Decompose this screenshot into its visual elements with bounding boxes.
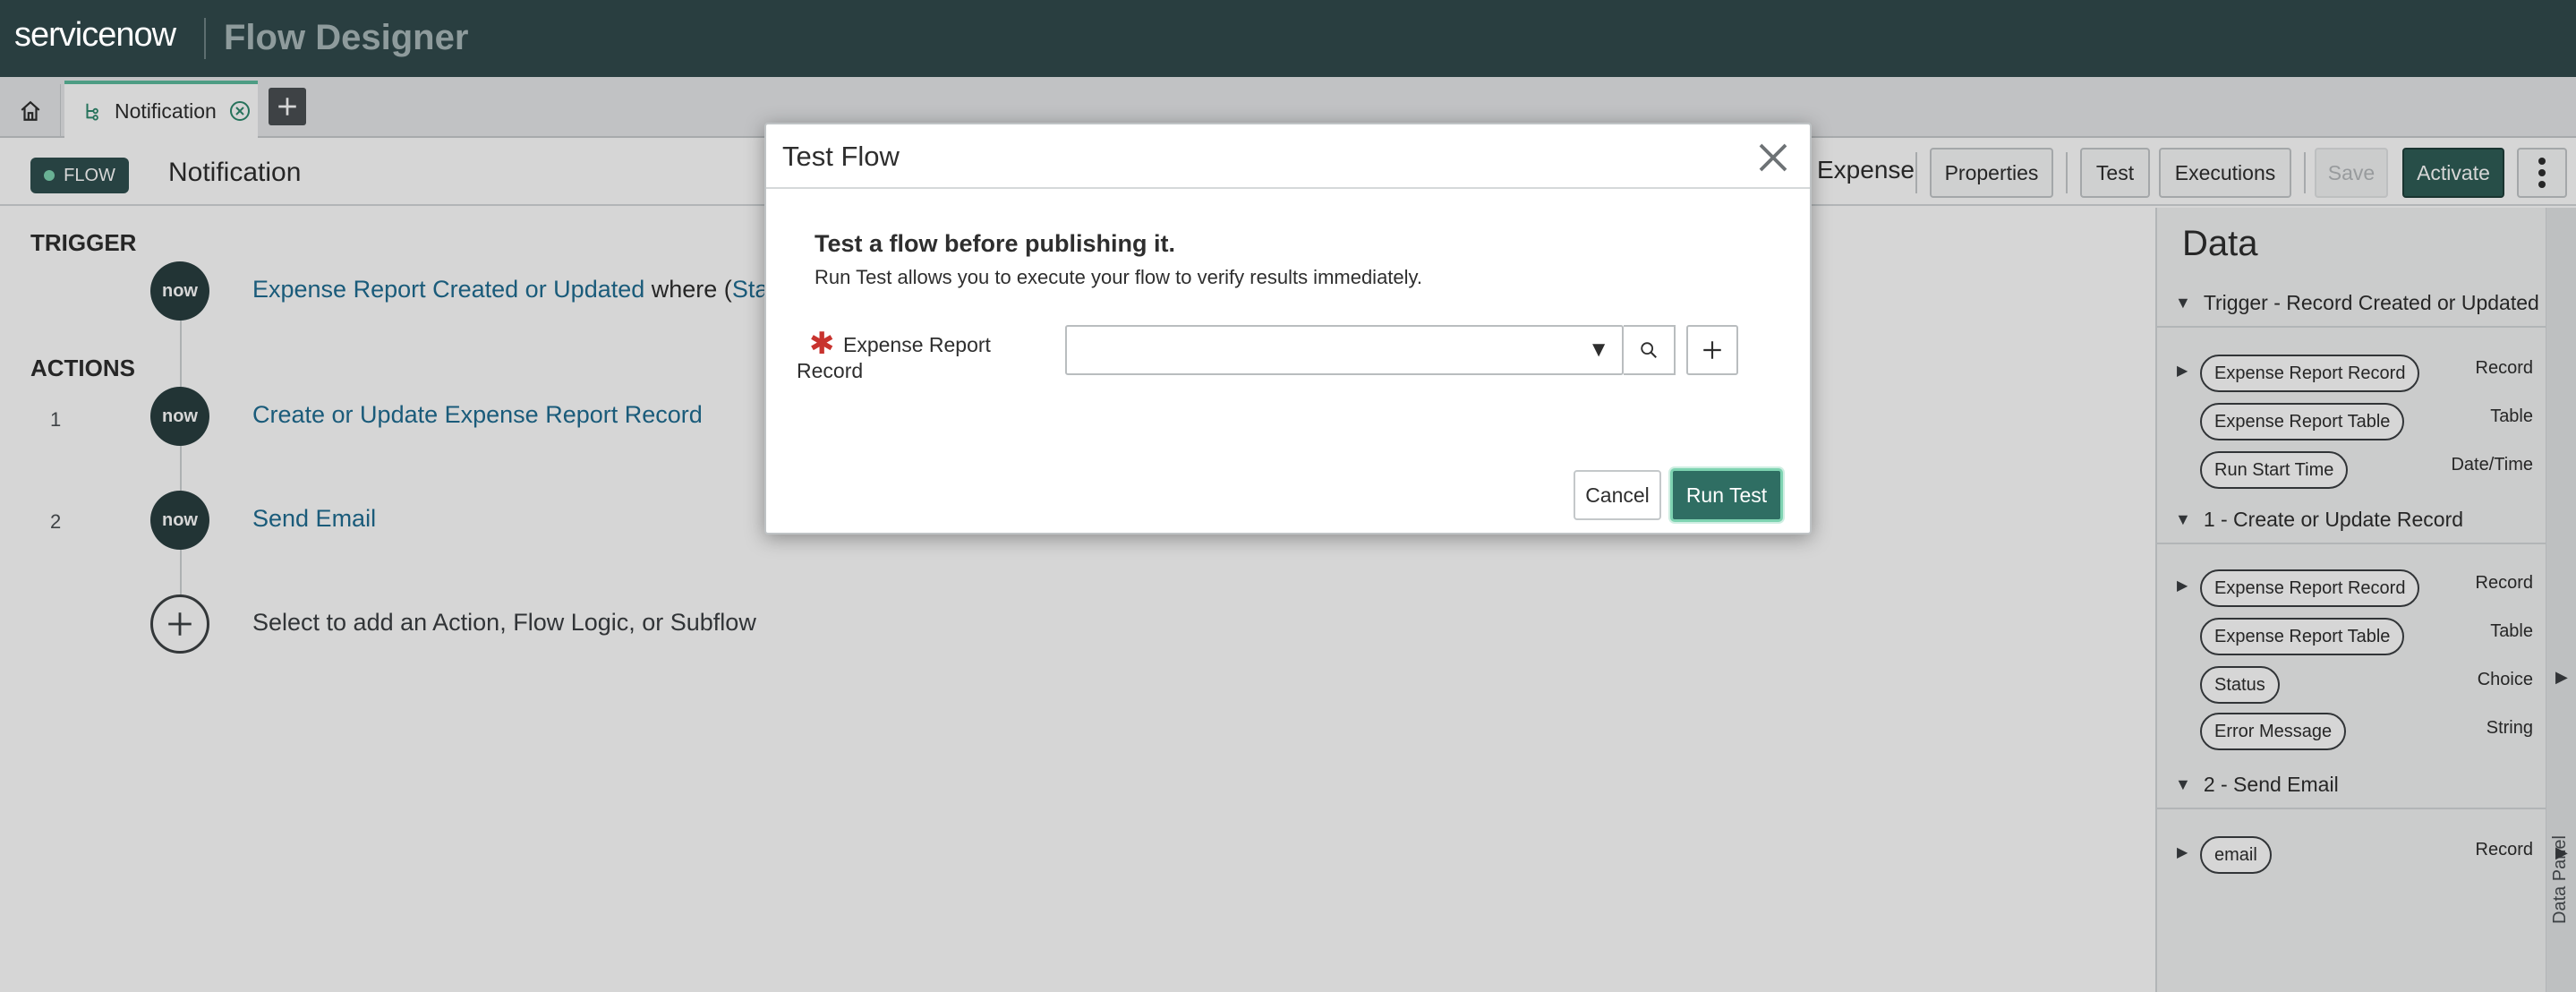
plus-icon [1703,341,1721,359]
servicenow-logo[interactable]: servicenow [14,16,176,55]
test-flow-modal: Test Flow Test a flow before publishing … [764,123,1812,534]
close-icon[interactable] [1754,139,1792,176]
top-header: servicenow Flow Designer [0,0,2576,77]
expense-report-record-label: Expense Report Record [797,333,991,382]
header-divider [204,18,206,59]
app-title: Flow Designer [224,18,469,57]
expense-report-record-field[interactable]: ▼ [1065,325,1624,375]
cancel-button[interactable]: Cancel [1574,470,1661,520]
modal-header: Test Flow [766,124,1810,189]
dropdown-caret-icon[interactable]: ▼ [1588,338,1609,363]
modal-description: Run Test allows you to execute your flow… [815,266,1423,288]
modal-heading: Test a flow before publishing it. [815,230,1176,257]
run-test-button[interactable]: Run Test [1670,468,1783,522]
modal-overlay: Test Flow Test a flow before publishing … [0,77,2576,992]
lookup-search-button[interactable] [1624,325,1676,375]
modal-title: Test Flow [782,141,900,172]
search-icon [1641,342,1657,358]
add-record-button[interactable] [1686,325,1738,375]
